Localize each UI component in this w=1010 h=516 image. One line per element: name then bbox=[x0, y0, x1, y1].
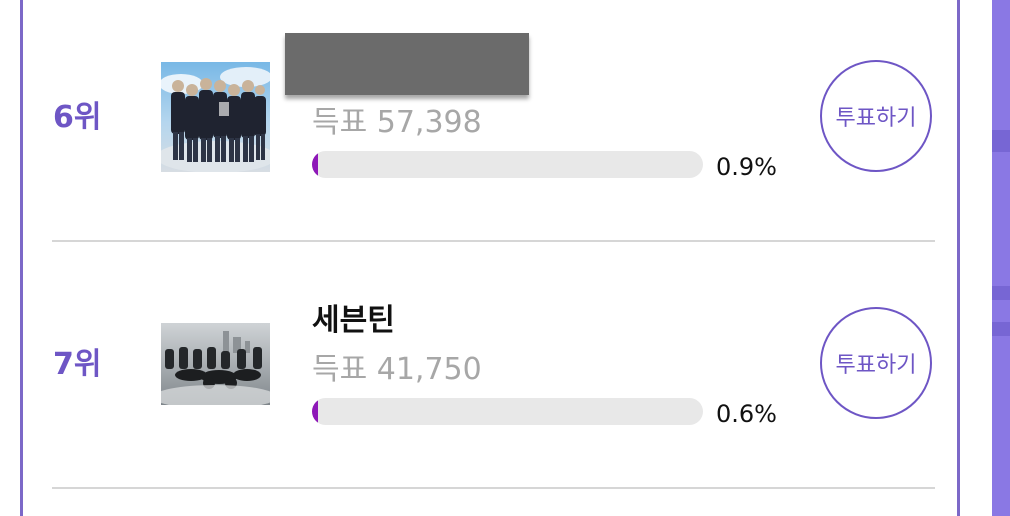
side-panel-edge bbox=[992, 0, 1010, 516]
ranking-page: 6위 득표 57,398 0.9% 투표하기 7위 세븐틴 득표 41,750 … bbox=[0, 0, 1010, 516]
row-divider bbox=[52, 487, 935, 489]
vote-count: 득표 57,398 bbox=[312, 105, 482, 140]
rank-label: 6위 bbox=[53, 100, 102, 135]
artist-thumbnail[interactable] bbox=[161, 323, 270, 405]
vote-button[interactable]: 투표하기 bbox=[820, 307, 932, 419]
vote-button[interactable]: 투표하기 bbox=[820, 60, 932, 172]
vote-share-bar bbox=[312, 398, 703, 425]
row-divider bbox=[52, 240, 935, 242]
rank-label: 7위 bbox=[53, 347, 102, 382]
vote-share-bar bbox=[312, 151, 703, 178]
vote-count: 득표 41,750 bbox=[312, 352, 482, 387]
artist-name-redacted bbox=[285, 33, 529, 95]
artist-thumbnail[interactable] bbox=[161, 62, 270, 172]
vote-share-fill bbox=[312, 398, 318, 425]
vote-share-percent: 0.9% bbox=[716, 153, 777, 181]
ranking-row: 7위 세븐틴 득표 41,750 0.6% 투표하기 bbox=[23, 247, 960, 493]
artist-name: 세븐틴 bbox=[312, 303, 395, 338]
ranking-row: 6위 득표 57,398 0.9% 투표하기 bbox=[23, 0, 960, 246]
vote-share-fill bbox=[312, 151, 318, 178]
vote-share-percent: 0.6% bbox=[716, 400, 777, 428]
